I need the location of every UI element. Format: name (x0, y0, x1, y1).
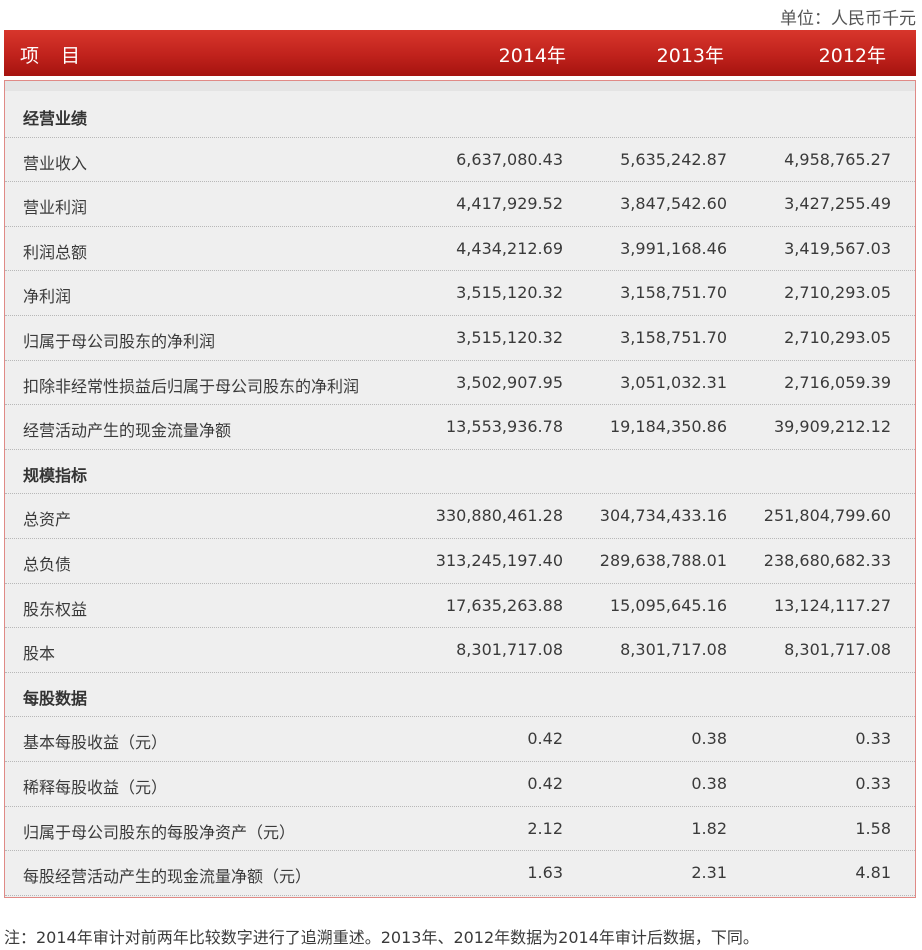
row-label: 经营活动产生的现金流量净额 (23, 421, 232, 441)
table-row: 每股经营活动产生的现金流量净额（元） 1.63 2.31 4.81 (5, 851, 915, 896)
table-row: 净利润 3,515,120.32 3,158,751.70 2,710,293.05 (5, 271, 915, 316)
section-row: 每股数据 (5, 673, 915, 718)
cell-value: 17,635,263.88 (445, 595, 563, 615)
table-row: 基本每股收益（元） 0.42 0.38 0.33 (5, 717, 915, 762)
row-label: 基本每股收益（元） (23, 733, 168, 753)
row-label: 营业收入 (23, 153, 88, 173)
cell-value: 0.33 (855, 729, 891, 749)
table-row: 总资产 330,880,461.28 304,734,433.16 251,804,7… (5, 494, 915, 539)
row-label: 股东权益 (23, 599, 88, 619)
cell-value: 3,158,751.70 (620, 328, 727, 347)
cell-value: 3,515,120.32 (456, 328, 563, 347)
cell-value: 3,158,751.70 (620, 283, 727, 303)
cell-value: 5,635,242.87 (620, 149, 727, 169)
cell-value: 3,847,542.60 (620, 194, 727, 214)
table-header: 项 目 2014年 2013年 2012年 (4, 30, 916, 76)
cell-value: 3,515,120.32 (456, 283, 563, 303)
row-label: 净利润 (23, 287, 72, 307)
row-label: 利润总额 (23, 242, 88, 262)
cell-value: 13,553,936.78 (445, 417, 563, 437)
cell-value: 2,710,293.05 (784, 283, 891, 303)
cell-value: 289,638,788.01 (599, 551, 727, 570)
header-year-2013: 2013年 (656, 45, 724, 67)
section-row: 规模指标 (5, 450, 915, 495)
table-row: 经营活动产生的现金流量净额 13,553,936.78 19,184,350.86 3… (5, 405, 915, 450)
financial-table: 经营业绩营业收入 6,637,080.43 5,635,242.87 4,958,76… (4, 80, 916, 898)
table-row: 股本 8,301,717.08 8,301,717.08 8,301,717.08 (5, 628, 915, 673)
row-label: 每股经营活动产生的现金流量净额（元） (23, 867, 312, 887)
row-label: 归属于母公司股东的净利润 (23, 332, 216, 351)
cell-value: 39,909,212.12 (773, 417, 891, 437)
header-year-2014: 2014年 (498, 45, 566, 67)
cell-value: 3,051,032.31 (620, 372, 727, 392)
cell-value: 330,880,461.28 (435, 506, 563, 526)
cell-value: 4,958,765.27 (784, 149, 891, 169)
cell-value: 2.12 (527, 818, 563, 838)
cell-value: 8,301,717.08 (456, 640, 563, 660)
cell-value: 2,716,059.39 (784, 372, 891, 392)
table-row: 归属于母公司股东的每股净资产（元） 2.12 1.82 1.58 (5, 807, 915, 852)
cell-value: 1.58 (855, 818, 891, 838)
cell-value: 4.81 (855, 863, 891, 883)
cell-value: 0.33 (855, 774, 891, 793)
row-label: 股本 (23, 644, 56, 664)
cell-value: 3,419,567.03 (784, 238, 891, 258)
row-label: 归属于母公司股东的每股净资产（元） (23, 822, 296, 842)
table-row: 总负债 313,245,197.40 289,638,788.01 238,680,6… (5, 539, 915, 584)
section-title: 规模指标 (23, 465, 88, 485)
section-title: 经营业绩 (23, 109, 88, 128)
footnote: 注：2014年审计对前两年比较数字进行了追溯重述。2013年、2012年数据为2… (4, 928, 759, 947)
cell-value: 8,301,717.08 (620, 640, 727, 660)
table-row: 扣除非经常性损益后归属于母公司股东的净利润 3,502,907.95 3,051,0… (5, 361, 915, 406)
table-row: 营业收入 6,637,080.43 5,635,242.87 4,958,765.27 (5, 138, 915, 183)
section-title: 每股数据 (23, 688, 88, 708)
cell-value: 15,095,645.16 (609, 595, 727, 615)
cell-value: 251,804,799.60 (763, 506, 891, 526)
cell-value: 3,502,907.95 (456, 372, 563, 392)
cell-value: 1.82 (691, 818, 727, 838)
cell-value: 3,991,168.46 (620, 238, 727, 258)
cell-value: 2.31 (691, 863, 727, 883)
cell-value: 13,124,117.27 (773, 595, 891, 615)
cell-value: 0.38 (691, 774, 727, 793)
cell-value: 0.38 (691, 729, 727, 749)
cell-value: 8,301,717.08 (784, 640, 891, 660)
cell-value: 3,427,255.49 (784, 194, 891, 214)
unit-label: 单位：人民币千元 (780, 9, 916, 29)
cell-value: 0.42 (527, 729, 563, 749)
header-year-2012: 2012年 (818, 45, 886, 67)
cell-value: 304,734,433.16 (599, 506, 727, 526)
row-label: 营业利润 (23, 198, 88, 218)
cell-value: 238,680,682.33 (763, 551, 891, 570)
cell-value: 1.63 (527, 863, 563, 883)
row-label: 总负债 (23, 555, 72, 574)
table-row: 稀释每股收益（元） 0.42 0.38 0.33 (5, 762, 915, 807)
row-label: 稀释每股收益（元） (23, 778, 168, 797)
header-item: 项 目 (20, 45, 89, 67)
section-row: 经营业绩 (5, 93, 915, 138)
cell-value: 4,434,212.69 (456, 238, 563, 258)
cell-value: 19,184,350.86 (609, 417, 727, 437)
table-row: 利润总额 4,434,212.69 3,991,168.46 3,419,567.03 (5, 227, 915, 272)
cell-value: 313,245,197.40 (435, 551, 563, 570)
table-row: 股东权益 17,635,263.88 15,095,645.16 13,124,117… (5, 584, 915, 629)
table-row: 归属于母公司股东的净利润 3,515,120.32 3,158,751.70 2,71… (5, 316, 915, 361)
cell-value: 2,710,293.05 (784, 328, 891, 347)
row-label: 总资产 (23, 510, 72, 530)
row-label: 扣除非经常性损益后归属于母公司股东的净利润 (23, 376, 360, 396)
cell-value: 6,637,080.43 (456, 149, 563, 169)
table-row: 营业利润 4,417,929.52 3,847,542.60 3,427,255.49 (5, 182, 915, 227)
cell-value: 4,417,929.52 (456, 194, 563, 214)
cell-value: 0.42 (527, 774, 563, 793)
